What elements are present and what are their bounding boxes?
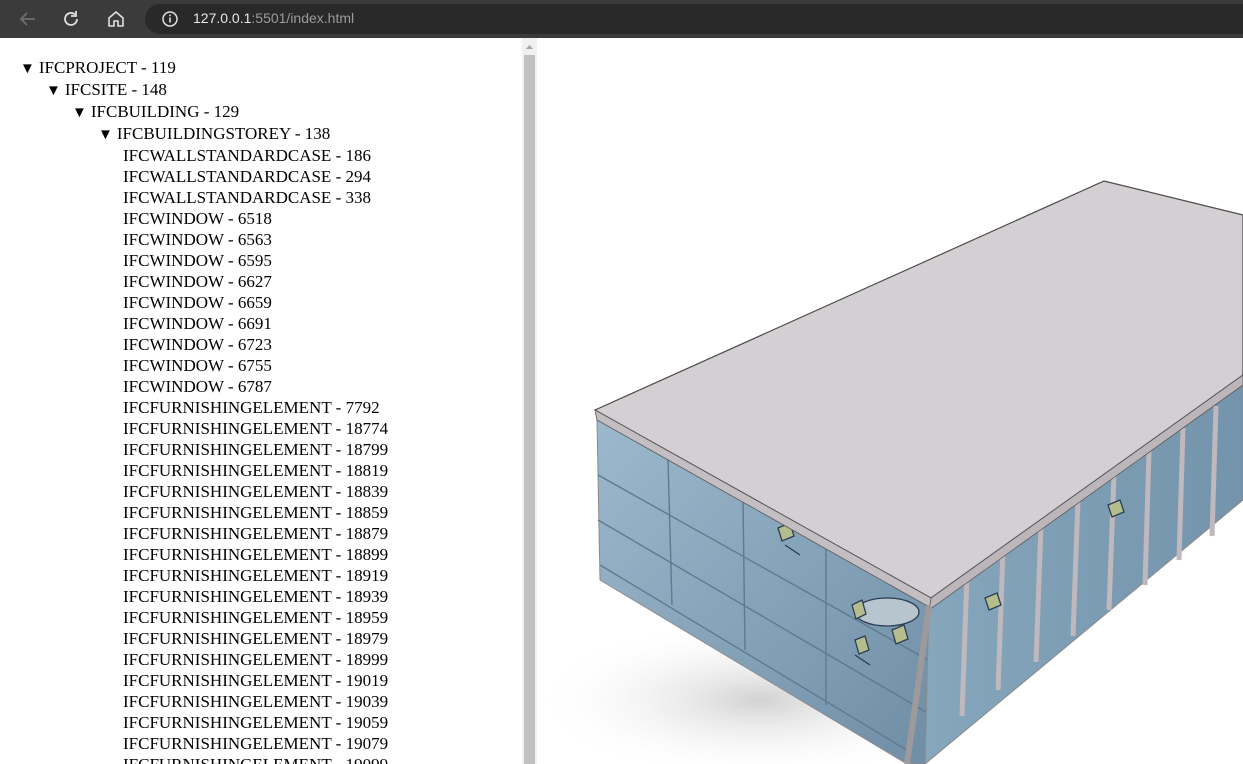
caret-down-icon[interactable]: ▼	[20, 59, 35, 80]
tree-leaf-item[interactable]: IFCFURNISHINGELEMENT - 18919	[123, 565, 388, 586]
address-bar[interactable]: 127.0.0.1:5501/index.html	[145, 4, 1243, 34]
tree-scrollbar[interactable]	[522, 38, 537, 764]
tree-leaf-item[interactable]: IFCWINDOW - 6723	[123, 334, 272, 355]
back-button[interactable]	[15, 7, 41, 31]
tree-leaf-item[interactable]: IFCFURNISHINGELEMENT - 19019	[123, 670, 388, 691]
home-button[interactable]	[103, 7, 129, 31]
reload-button[interactable]	[58, 7, 84, 31]
tree-leaf-item[interactable]: IFCFURNISHINGELEMENT - 19059	[123, 712, 388, 733]
tree-leaf-item[interactable]: IFCFURNISHINGELEMENT - 18799	[123, 439, 388, 460]
tree-node-site[interactable]: ▼ IFCSITE - 148	[46, 79, 167, 102]
tree-leaf-item[interactable]: IFCFURNISHINGELEMENT - 18819	[123, 460, 388, 481]
tree-leaf-item[interactable]: IFCFURNISHINGELEMENT - 19099	[123, 754, 388, 764]
tree-leaf-item[interactable]: IFCWINDOW - 6691	[123, 313, 272, 334]
tree-node-building[interactable]: ▼ IFCBUILDING - 129	[72, 101, 239, 124]
tree-leaf-item[interactable]: IFCFURNISHINGELEMENT - 18959	[123, 607, 388, 628]
reload-icon	[64, 11, 78, 26]
caret-down-icon[interactable]: ▼	[72, 103, 87, 124]
ifc-tree-panel: ▼ IFCPROJECT - 119 ▼ IFCSITE - 148 ▼ IFCBUI…	[0, 38, 522, 764]
tree-leaf-item[interactable]: IFCFURNISHINGELEMENT - 18999	[123, 649, 388, 670]
tree-leaf-item[interactable]: IFCWINDOW - 6595	[123, 250, 272, 271]
caret-down-icon[interactable]: ▼	[98, 125, 113, 146]
caret-down-icon[interactable]: ▼	[46, 81, 61, 102]
tree-node-label: IFCPROJECT - 119	[38, 58, 176, 77]
tree-leaf-item[interactable]: IFCWINDOW - 6627	[123, 271, 272, 292]
scrollbar-thumb[interactable]	[524, 55, 535, 764]
tree-leaf-item[interactable]: IFCWALLSTANDARDCASE - 294	[123, 166, 371, 187]
tree-leaf-item[interactable]: IFCFURNISHINGELEMENT - 19079	[123, 733, 388, 754]
tree-node-label: IFCBUILDING - 129	[90, 102, 240, 121]
info-icon[interactable]	[161, 10, 179, 28]
tree-node-project[interactable]: ▼ IFCPROJECT - 119	[20, 57, 176, 80]
tree-node-label: IFCSITE - 148	[64, 80, 167, 99]
scroll-up-arrow-icon[interactable]	[522, 40, 537, 54]
tree-leaf-item[interactable]: IFCFURNISHINGELEMENT - 18979	[123, 628, 388, 649]
tree-leaf-item[interactable]: IFCFURNISHINGELEMENT - 18939	[123, 586, 388, 607]
3d-viewer-canvas[interactable]	[537, 38, 1243, 764]
tree-leaf-item[interactable]: IFCFURNISHINGELEMENT - 18774	[123, 418, 388, 439]
home-icon	[108, 11, 124, 27]
tree-leaf-item[interactable]: IFCWINDOW - 6563	[123, 229, 272, 250]
address-path: :5501/index.html	[251, 10, 355, 26]
tree-leaf-item[interactable]: IFCWALLSTANDARDCASE - 186	[123, 145, 371, 166]
tree-leaf-item[interactable]: IFCWALLSTANDARDCASE - 338	[123, 187, 371, 208]
tree-leaf-item[interactable]: IFCFURNISHINGELEMENT - 18879	[123, 523, 388, 544]
tree-leaf-item[interactable]: IFCFURNISHINGELEMENT - 18839	[123, 481, 388, 502]
address-text: 127.0.0.1:5501/index.html	[193, 10, 354, 26]
tree-node-label: IFCBUILDINGSTOREY - 138	[116, 124, 331, 143]
building-3d-model[interactable]	[537, 38, 1243, 764]
tree-leaf-item[interactable]: IFCFURNISHINGELEMENT - 18859	[123, 502, 388, 523]
browser-toolbar: 127.0.0.1:5501/index.html	[0, 0, 1243, 38]
tree-leaf-item[interactable]: IFCFURNISHINGELEMENT - 18899	[123, 544, 388, 565]
back-arrow-icon	[19, 12, 35, 26]
tree-leaf-item[interactable]: IFCFURNISHINGELEMENT - 7792	[123, 397, 380, 418]
address-host: 127.0.0.1	[193, 10, 252, 26]
tree-leaf-item[interactable]: IFCWINDOW - 6518	[123, 208, 272, 229]
tree-leaf-item[interactable]: IFCWINDOW - 6659	[123, 292, 272, 313]
tree-leaf-item[interactable]: IFCWINDOW - 6787	[123, 376, 272, 397]
tree-leaf-item[interactable]: IFCFURNISHINGELEMENT - 19039	[123, 691, 388, 712]
tree-leaf-item[interactable]: IFCWINDOW - 6755	[123, 355, 272, 376]
tree-node-storey[interactable]: ▼ IFCBUILDINGSTOREY - 138	[98, 123, 330, 146]
